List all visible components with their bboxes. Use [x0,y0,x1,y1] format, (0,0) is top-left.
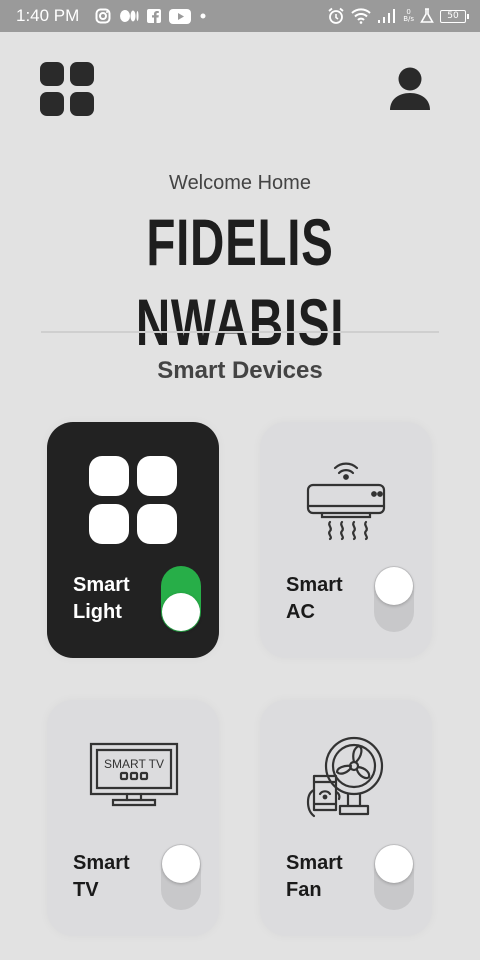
welcome-text: Welcome Home [169,172,311,194]
signal-icon [377,9,397,23]
toggle-knob [375,567,413,605]
profile-icon[interactable] [388,66,432,112]
light-grid-icon [89,456,179,546]
alarm-icon [327,7,345,25]
device-toggle[interactable] [374,844,414,910]
toggle-knob [375,845,413,883]
device-toggle[interactable] [374,566,414,632]
facebook-icon [147,9,162,23]
fan-phone-icon [302,732,386,818]
battery-indicator: 50 [440,9,469,23]
device-card-smart-tv[interactable]: SMART TV Smart TV [47,700,219,936]
status-bar: 1:40 PM 0 B/s 50 [0,0,480,32]
wifi-icon [351,8,371,24]
menu-grid-icon[interactable] [40,62,94,116]
device-toggle[interactable] [161,844,201,910]
device-toggle[interactable] [161,566,201,632]
toggle-knob [162,593,200,631]
device-card-smart-ac[interactable]: Smart AC [260,422,432,658]
tv-icon-text: SMART TV [104,757,164,771]
section-title: Smart Devices [157,357,323,384]
user-name: FIDELIS NWABISI [135,205,345,359]
notification-dot-icon [199,12,207,20]
smart-tv-icon: SMART TV [89,740,179,812]
device-card-smart-light[interactable]: Smart Light [47,422,219,658]
instagram-icon [95,8,111,24]
medium-icon [119,9,139,23]
grid-square [70,62,94,86]
device-label: Smart AC [286,574,343,623]
device-label: Smart Light [73,574,130,623]
net-speed-unit: B/s [403,15,414,23]
toggle-knob [162,845,200,883]
device-label: Smart Fan [286,852,343,901]
grid-square [40,92,64,116]
grid-square [70,92,94,116]
device-card-smart-fan[interactable]: Smart Fan [260,700,432,936]
air-conditioner-icon [304,456,388,544]
network-speed: 0 B/s [403,9,414,23]
device-label: Smart TV [73,852,130,901]
grid-square [40,62,64,86]
status-time: 1:40 PM [16,6,80,25]
youtube-icon [169,8,192,24]
flask-icon [420,8,434,24]
divider [41,331,439,333]
